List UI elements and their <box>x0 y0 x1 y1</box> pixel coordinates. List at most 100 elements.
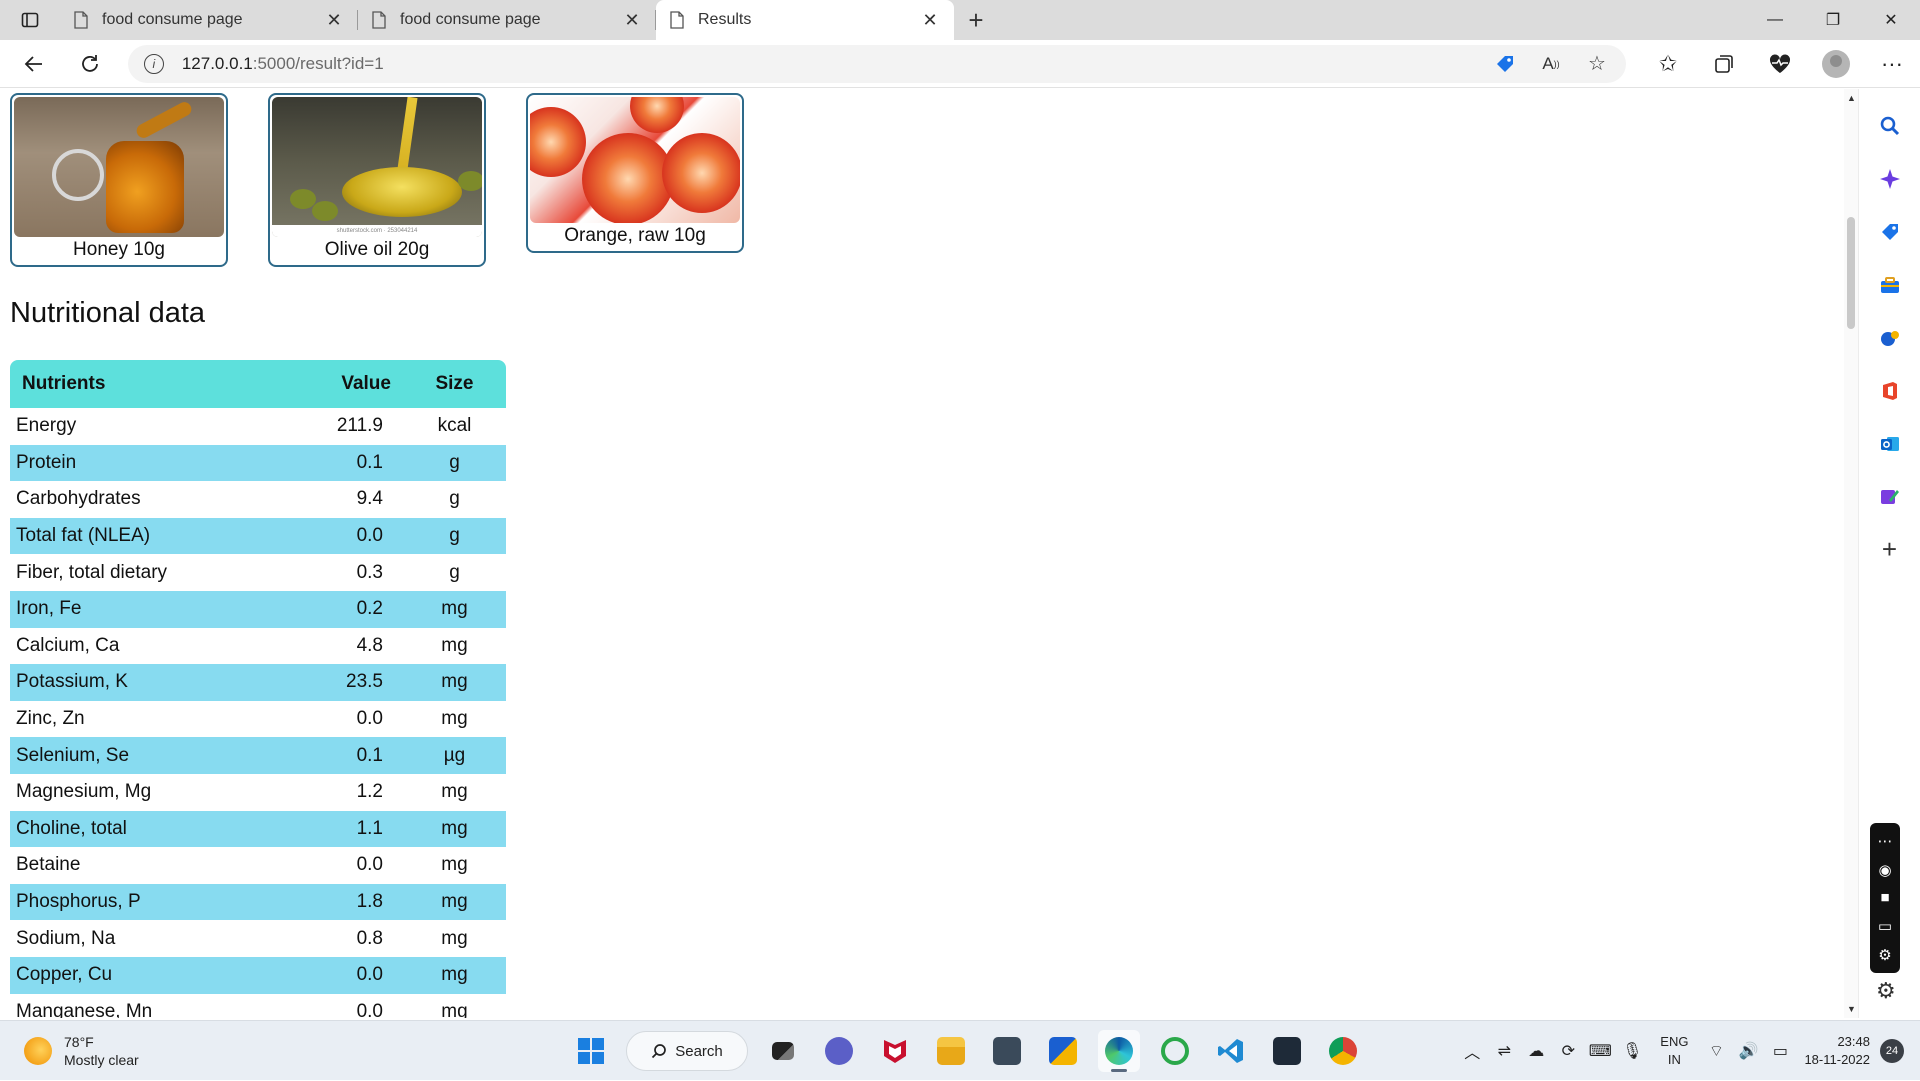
notification-badge[interactable]: 24 <box>1880 1039 1904 1063</box>
task-view-icon <box>772 1042 794 1060</box>
tab-food-consume-1[interactable]: food consume page ✕ <box>60 0 358 40</box>
favorites-icon: ✩ <box>1659 51 1677 77</box>
task-view-button[interactable] <box>762 1030 804 1072</box>
restore-icon[interactable]: ❐ <box>1804 0 1862 40</box>
refresh-button[interactable] <box>62 40 118 88</box>
shopping-tag-icon[interactable] <box>1492 51 1518 77</box>
cloud-error-icon[interactable]: ☁ <box>1520 1035 1552 1067</box>
table-row: Fiber, total dietary0.3g <box>10 554 506 591</box>
capture-handle-icon[interactable]: ⋯ <box>1878 832 1893 850</box>
add-sidebar-app-icon[interactable]: + <box>1859 523 1920 576</box>
scrollbar-thumb[interactable] <box>1847 217 1855 329</box>
shopping-icon[interactable] <box>1859 205 1920 258</box>
ring-icon <box>1161 1037 1189 1065</box>
tab-close-icon[interactable]: ✕ <box>920 10 940 31</box>
olive-oil-image: shutterstock.com · 253044214 <box>272 97 482 237</box>
tab-actions-button[interactable] <box>0 0 60 40</box>
table-row: Copper, Cu0.0mg <box>10 957 506 994</box>
battery-icon[interactable]: ▭ <box>1764 1035 1796 1067</box>
outlook-icon[interactable] <box>1859 417 1920 470</box>
nutrient-name: Magnesium, Mg <box>10 774 281 811</box>
clock[interactable]: 23:48 18-11-2022 <box>1804 1033 1870 1069</box>
taskbar-search[interactable]: Search <box>626 1031 748 1071</box>
table-row: Total fat (NLEA)0.0g <box>10 518 506 555</box>
table-row: Calcium, Ca4.8mg <box>10 628 506 665</box>
nutrient-unit: mg <box>403 701 506 738</box>
store-button[interactable] <box>1042 1030 1084 1072</box>
tab-food-consume-2[interactable]: food consume page ✕ <box>358 0 656 40</box>
site-info-icon[interactable]: i <box>144 54 164 74</box>
volume-icon[interactable]: 🔊 <box>1732 1035 1764 1067</box>
vscode-button[interactable] <box>1210 1030 1252 1072</box>
add-favorite-icon[interactable]: ☆ <box>1584 51 1610 77</box>
file-explorer-button[interactable] <box>930 1030 972 1072</box>
tab-close-icon[interactable]: ✕ <box>622 10 642 31</box>
tab-results[interactable]: Results ✕ <box>656 0 954 40</box>
edge-button[interactable] <box>1098 1030 1140 1072</box>
chrome-button[interactable] <box>1322 1030 1364 1072</box>
app-button[interactable] <box>986 1030 1028 1072</box>
food-card-olive-oil: shutterstock.com · 253044214 Olive oil 2… <box>268 93 486 267</box>
weather-moon-icon <box>24 1037 52 1065</box>
language-indicator[interactable]: ENG IN <box>1660 1033 1688 1069</box>
network-drive-icon[interactable]: ⇌ <box>1488 1035 1520 1067</box>
capture-settings-icon[interactable]: ⚙ <box>1878 946 1891 964</box>
sparkle-icon[interactable] <box>1859 152 1920 205</box>
wifi-icon[interactable]: ⌔ <box>1700 1035 1732 1067</box>
nutrient-name: Manganese, Mn <box>10 994 281 1019</box>
page-scrollbar[interactable]: ▲ ▼ <box>1844 89 1858 1018</box>
browser-essentials-button[interactable] <box>1752 40 1808 88</box>
close-window-icon[interactable]: ✕ <box>1862 0 1920 40</box>
nutrient-name: Choline, total <box>10 811 281 848</box>
food-card-honey: Honey 10g <box>10 93 228 267</box>
mcafee-shield-icon <box>881 1037 909 1065</box>
read-aloud-icon[interactable]: A)) <box>1538 51 1564 77</box>
office-icon[interactable] <box>1859 364 1920 417</box>
scroll-up-icon[interactable]: ▲ <box>1847 93 1856 103</box>
nutrient-name: Copper, Cu <box>10 957 281 994</box>
profile-button[interactable] <box>1808 40 1864 88</box>
weather-widget[interactable]: 78°F Mostly clear <box>24 1033 324 1069</box>
nutrient-unit: mg <box>403 811 506 848</box>
tab-actions-icon <box>21 11 39 29</box>
nutrient-name: Betaine <box>10 847 281 884</box>
window-icon[interactable]: ▭ <box>1878 917 1892 935</box>
back-button[interactable] <box>6 40 62 88</box>
minimize-icon[interactable]: — <box>1746 0 1804 40</box>
nutrient-value: 1.8 <box>281 884 403 921</box>
chevron-up-icon[interactable]: ︿ <box>1456 1035 1488 1067</box>
table-row: Iron, Fe0.2mg <box>10 591 506 628</box>
games-icon[interactable] <box>1859 311 1920 364</box>
favorites-button[interactable]: ✩ <box>1640 40 1696 88</box>
orange-image <box>530 97 740 223</box>
scroll-down-icon[interactable]: ▼ <box>1847 1004 1856 1014</box>
teams-chat-button[interactable] <box>818 1030 860 1072</box>
weather-desc: Mostly clear <box>64 1051 139 1069</box>
designer-icon[interactable] <box>1859 470 1920 523</box>
camera-icon[interactable]: ◉ <box>1878 861 1891 879</box>
video-icon[interactable]: ■ <box>1880 889 1889 906</box>
collections-button[interactable] <box>1696 40 1752 88</box>
keyboard-icon[interactable]: ⌨ <box>1584 1035 1616 1067</box>
taskbar-apps: Search <box>570 1021 1364 1081</box>
url-text[interactable]: 127.0.0.1:5000/result?id=1 <box>182 54 384 74</box>
mcafee-button[interactable] <box>874 1030 916 1072</box>
settings-more-button[interactable]: ··· <box>1864 40 1920 88</box>
nutrient-unit: mg <box>403 920 506 957</box>
start-button[interactable] <box>570 1030 612 1072</box>
new-tab-button[interactable]: + <box>954 0 998 40</box>
tab-close-icon[interactable]: ✕ <box>324 10 344 31</box>
microphone-icon[interactable]: 🎙 <box>1616 1035 1648 1067</box>
sync-icon[interactable]: ⟳ <box>1552 1035 1584 1067</box>
windows-logo-icon <box>577 1037 605 1065</box>
app-ring-button[interactable] <box>1154 1030 1196 1072</box>
address-bar[interactable]: i 127.0.0.1:5000/result?id=1 A)) ☆ <box>128 45 1626 83</box>
nutrient-name: Zinc, Zn <box>10 701 281 738</box>
nutrient-unit: mg <box>403 847 506 884</box>
nutrient-value: 0.0 <box>281 847 403 884</box>
search-icon[interactable] <box>1859 99 1920 152</box>
sidebar-settings-icon[interactable]: ⚙ <box>1876 978 1896 1004</box>
tab-strip: food consume page ✕ food consume page ✕ … <box>0 0 1920 40</box>
tools-icon[interactable] <box>1859 258 1920 311</box>
terminal-button[interactable] <box>1266 1030 1308 1072</box>
